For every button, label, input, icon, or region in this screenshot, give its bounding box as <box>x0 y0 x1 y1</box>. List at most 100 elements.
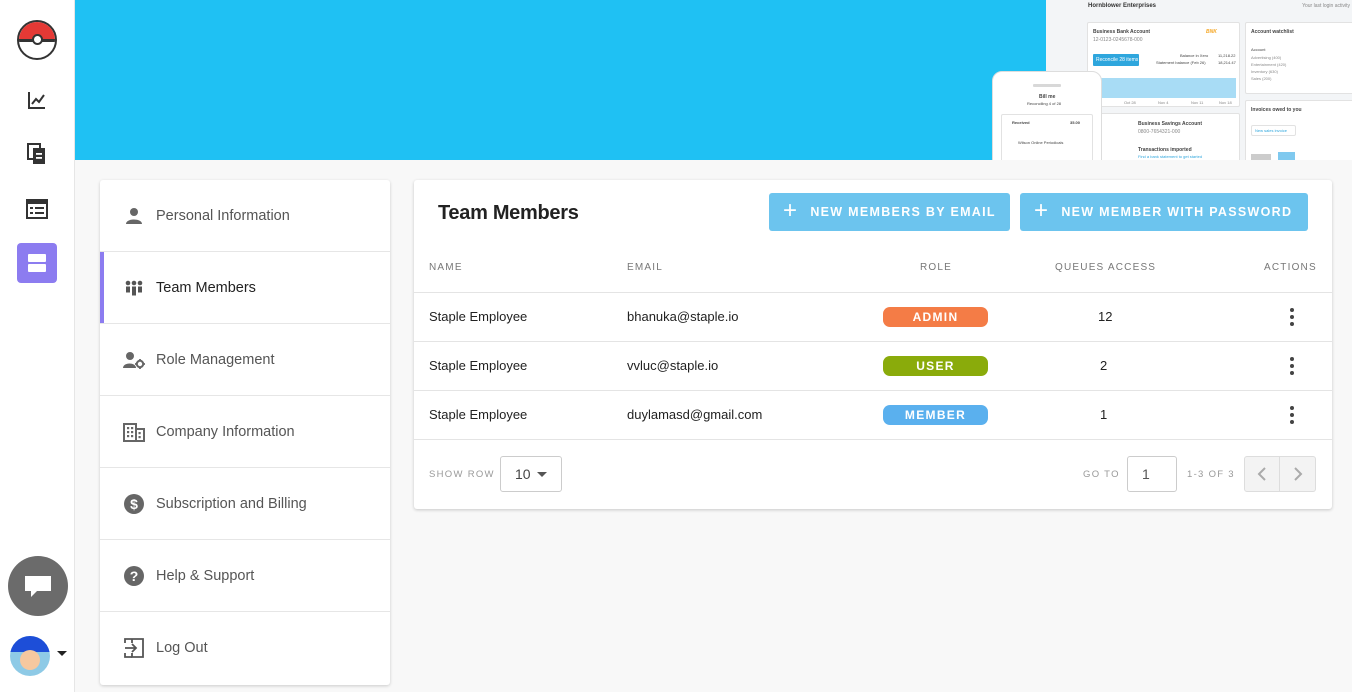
column-header-queues-access[interactable]: QUEUES ACCESS <box>1055 262 1156 273</box>
preview-watch-item: Entertainment (420) <box>1251 62 1287 67</box>
storage-icon[interactable] <box>17 243 57 283</box>
column-header-name[interactable]: NAME <box>429 262 463 273</box>
settings-menu: Personal Information Team Members Role M… <box>100 180 390 685</box>
documents-icon[interactable] <box>17 134 57 174</box>
new-members-by-email-button[interactable]: + NEW MEMBERS BY EMAIL <box>769 193 1010 231</box>
table-row[interactable]: Staple Employee bhanuka@staple.io ADMIN … <box>414 292 1332 341</box>
preview-phone-sub: Reconciling 4 of 28 <box>1027 101 1062 106</box>
button-label: NEW MEMBERS BY EMAIL <box>810 205 996 219</box>
person-icon <box>123 205 145 227</box>
list-view-icon[interactable] <box>17 189 57 229</box>
more-actions-icon[interactable] <box>1290 357 1294 375</box>
column-header-role[interactable]: ROLE <box>920 262 952 273</box>
member-email: duylamasd@gmail.com <box>627 407 763 422</box>
chevron-down-icon <box>537 472 547 477</box>
preview-statement-label: Statement balance (Feb 26) <box>1156 60 1206 65</box>
chevron-down-icon[interactable] <box>57 651 67 656</box>
menu-item-company-information[interactable]: Company Information <box>100 396 390 468</box>
preview-watchlist-title: Account watchlist <box>1251 29 1294 35</box>
building-icon <box>123 421 145 443</box>
rows-per-page-select[interactable]: 10 <box>500 456 562 492</box>
preview-date: Oct 28 <box>1124 100 1136 105</box>
preview-balance-label: Balance in Xero <box>1180 53 1209 58</box>
rows-per-page-value: 10 <box>515 466 531 482</box>
next-page-button[interactable] <box>1280 456 1316 492</box>
menu-item-label: Role Management <box>156 351 275 368</box>
menu-item-label: Help & Support <box>156 567 255 584</box>
page-title: Team Members <box>438 202 579 224</box>
preview-watch-item: Advertising (400) <box>1251 55 1282 60</box>
role-badge-admin: ADMIN <box>883 307 988 327</box>
preview-watch-item: Sales (200) <box>1251 76 1272 81</box>
menu-item-label: Personal Information <box>156 207 290 224</box>
preview-invoices-card: Invoices owed to you New sales invoice <box>1245 100 1352 160</box>
menu-item-role-management[interactable]: Role Management <box>100 324 390 396</box>
table-footer: SHOW ROW 10 GO TO 1-3 OF 3 <box>414 439 1332 509</box>
column-header-email[interactable]: EMAIL <box>627 262 663 273</box>
queues-count: 12 <box>1098 309 1113 324</box>
go-to-page-input[interactable] <box>1127 456 1177 492</box>
dollar-circle-icon: $ <box>123 493 145 515</box>
preview-statement-value: 18,214.47 <box>1218 60 1236 65</box>
queues-count: 1 <box>1100 407 1108 422</box>
table-row[interactable]: Staple Employee vvluc@staple.io USER 2 <box>414 341 1332 390</box>
role-badge-user: USER <box>883 356 988 376</box>
button-label: NEW MEMBER WITH PASSWORD <box>1061 205 1293 219</box>
menu-item-subscription-billing[interactable]: $ Subscription and Billing <box>100 468 390 540</box>
preview-date: Nov 18 <box>1219 100 1232 105</box>
menu-item-team-members[interactable]: Team Members <box>100 252 390 324</box>
chat-icon <box>25 576 51 597</box>
preview-bank-card: Business Bank Account 12-0123-0245678-00… <box>1087 22 1240 107</box>
queues-count: 2 <box>1100 358 1108 373</box>
user-gear-icon <box>123 349 145 371</box>
preview-company: Hornblower Enterprises <box>1088 3 1157 9</box>
preview-phone-amount: 35.00 <box>1070 120 1081 125</box>
preview-bank-logo: BNK <box>1206 29 1217 35</box>
preview-transactions-sub: Find a bank statement to get started <box>1138 154 1203 159</box>
menu-item-help-support[interactable]: ? Help & Support <box>100 540 390 612</box>
member-email: vvluc@staple.io <box>627 358 719 373</box>
menu-item-log-out[interactable]: Log Out <box>100 612 390 684</box>
new-member-with-password-button[interactable]: + NEW MEMBER WITH PASSWORD <box>1020 193 1308 231</box>
menu-item-label: Log Out <box>156 640 208 656</box>
svg-text:?: ? <box>130 568 139 584</box>
preview-balance-value: 11,218.22 <box>1218 53 1236 58</box>
preview-savings-number: 0800-7654321-000 <box>1138 129 1181 135</box>
preview-watch-item: Inventory (630) <box>1251 69 1278 74</box>
preview-reconcile: Reconcile 28 items <box>1096 57 1139 63</box>
table-row[interactable]: Staple Employee duylamasd@gmail.com MEMB… <box>414 390 1332 439</box>
menu-item-personal-information[interactable]: Personal Information <box>100 180 390 252</box>
preview-phone-received: Received <box>1012 120 1030 125</box>
prev-page-button[interactable] <box>1244 456 1280 492</box>
more-actions-icon[interactable] <box>1290 406 1294 424</box>
user-avatar[interactable] <box>10 636 50 676</box>
preview-invoices-title: Invoices owed to you <box>1251 107 1302 113</box>
menu-item-label: Company Information <box>156 423 295 440</box>
go-to-label: GO TO <box>1083 469 1120 480</box>
svg-text:$: $ <box>130 496 138 512</box>
preview-phone-title: Bill me <box>1039 94 1056 100</box>
column-header-actions: ACTIONS <box>1264 262 1317 273</box>
show-row-label: SHOW ROW <box>429 469 495 480</box>
pokeball-logo-icon[interactable] <box>17 20 57 60</box>
help-circle-icon: ? <box>123 565 145 587</box>
preview-savings-title: Business Savings Account <box>1138 121 1202 127</box>
preview-bank-number: 12-0123-0245678-000 <box>1093 37 1143 43</box>
chevron-right-icon <box>1293 467 1302 481</box>
chat-support-button[interactable] <box>8 556 68 616</box>
chart-line-icon[interactable] <box>17 80 57 120</box>
menu-item-label: Subscription and Billing <box>156 495 307 512</box>
pagination-range: 1-3 OF 3 <box>1187 469 1235 480</box>
more-actions-icon[interactable] <box>1290 308 1294 326</box>
team-icon <box>123 277 145 299</box>
plus-icon: + <box>1034 197 1050 224</box>
logout-icon <box>123 637 145 659</box>
team-members-panel: Team Members + NEW MEMBERS BY EMAIL + NE… <box>414 180 1332 509</box>
preview-watchlist-card: Account watchlist Account Advertising (4… <box>1245 22 1352 94</box>
member-name: Staple Employee <box>429 309 528 324</box>
member-email: bhanuka@staple.io <box>627 309 739 324</box>
preview-bank-title: Business Bank Account <box>1093 29 1151 35</box>
preview-date: Nov 11 <box>1191 100 1204 105</box>
app-rail <box>0 0 75 692</box>
menu-item-label: Team Members <box>156 279 256 296</box>
